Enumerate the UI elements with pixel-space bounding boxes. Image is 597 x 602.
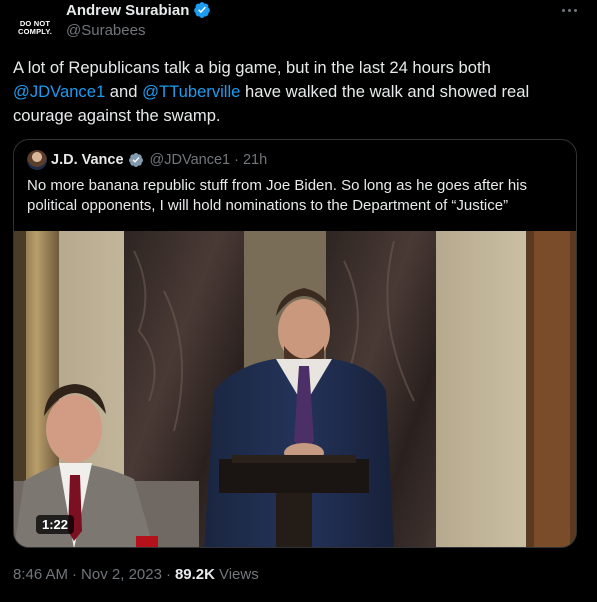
quoted-separator: · bbox=[234, 152, 239, 168]
verified-badge-icon bbox=[194, 2, 211, 18]
verified-badge-gray-icon bbox=[128, 153, 143, 167]
views-label: Views bbox=[218, 566, 259, 583]
tweet: DO NOT COMPLY. Andrew Surabian @Surabees… bbox=[0, 0, 597, 602]
quoted-tweet-text: No more banana republic stuff from Joe B… bbox=[27, 177, 528, 214]
more-options-icon[interactable] bbox=[559, 3, 579, 17]
author-handle[interactable]: @Surabees bbox=[66, 22, 211, 39]
tweet-time[interactable]: 8:46 AM bbox=[13, 566, 68, 583]
tweet-date[interactable]: Nov 2, 2023 bbox=[81, 566, 162, 583]
views-count: 89.2K bbox=[174, 566, 215, 583]
quoted-tweet-card[interactable]: J.D. Vance @JDVance1 · 21h No more banan… bbox=[13, 139, 577, 548]
meta-separator-2: · bbox=[165, 566, 171, 583]
video-player[interactable] bbox=[14, 231, 576, 547]
tweet-text-part1: A lot of Republicans talk a big game, bu… bbox=[13, 58, 491, 77]
tweet-text: A lot of Republicans talk a big game, bu… bbox=[13, 56, 573, 128]
quoted-author-name[interactable]: J.D. Vance bbox=[51, 152, 124, 168]
quoted-tweet-header: J.D. Vance @JDVance1 · 21h bbox=[27, 150, 267, 170]
quoted-timestamp[interactable]: 21h bbox=[243, 152, 267, 168]
tweet-meta: 8:46 AM · Nov 2, 2023 · 89.2K Views bbox=[13, 566, 259, 583]
author-name[interactable]: Andrew Surabian bbox=[66, 2, 189, 19]
avatar-text-line2: COMPLY. bbox=[17, 27, 53, 36]
mention-ttuberville[interactable]: @TTuberville bbox=[142, 82, 240, 101]
quoted-author-avatar[interactable] bbox=[27, 150, 47, 170]
author-avatar[interactable]: DO NOT COMPLY. bbox=[15, 8, 55, 48]
quoted-author-handle[interactable]: @JDVance1 bbox=[150, 152, 231, 168]
video-frame bbox=[14, 231, 576, 547]
mention-jdvance[interactable]: @JDVance1 bbox=[13, 82, 105, 101]
tweet-text-part2: and bbox=[105, 82, 143, 101]
meta-separator-1: · bbox=[72, 566, 78, 583]
author-block: Andrew Surabian @Surabees bbox=[66, 1, 211, 39]
video-duration: 1:22 bbox=[36, 515, 75, 534]
